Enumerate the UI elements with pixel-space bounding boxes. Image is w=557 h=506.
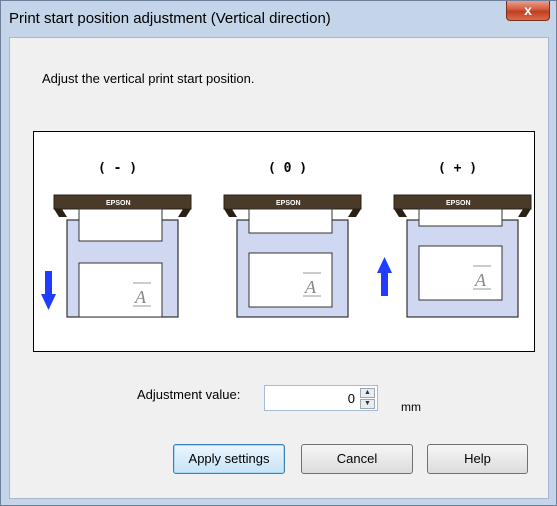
spin-down-button[interactable]: ▼: [360, 399, 375, 409]
paper-glyph: A: [474, 270, 487, 290]
illustration-zero: ( 0 ) EPSON A: [223, 161, 362, 318]
close-icon: x: [524, 2, 532, 18]
illustration-panel: ( - ) EPSON A (0) EPSON A (+) EPSON …: [33, 131, 535, 352]
illustration-plus: ( + ) EPSON A: [377, 161, 532, 318]
arrow-up-icon: [377, 257, 392, 296]
arrow-down-icon: [41, 271, 56, 310]
brand-logo: EPSON: [276, 200, 301, 207]
adjustment-value[interactable]: 0: [348, 391, 355, 406]
sheet-top: [248, 208, 333, 234]
close-button[interactable]: x: [506, 1, 550, 21]
label-plus: ( + ): [438, 161, 477, 176]
help-button[interactable]: Help: [427, 444, 528, 474]
unit-label: mm: [401, 400, 421, 414]
title-bar[interactable]: Print start position adjustment (Vertica…: [1, 1, 556, 37]
brand-logo: EPSON: [106, 200, 131, 207]
window-title: Print start position adjustment (Vertica…: [9, 10, 331, 27]
spin-up-button[interactable]: ▲: [360, 388, 375, 398]
paper-glyph: A: [134, 287, 147, 307]
dialog-content: Adjust the vertical print start position…: [9, 37, 549, 499]
paper-glyph: A: [304, 277, 317, 297]
adjustment-label: Adjustment value:: [137, 387, 241, 402]
apply-settings-button[interactable]: Apply settings: [173, 444, 285, 474]
instruction-text: Adjust the vertical print start position…: [42, 71, 255, 86]
sheet-bottom: [418, 245, 503, 301]
label-zero: ( 0 ): [268, 161, 307, 176]
label-minus: ( - ): [98, 161, 137, 176]
sheet-bottom: [78, 262, 163, 318]
adjustment-value-spinbox[interactable]: 0 ▲ ▼: [264, 385, 378, 411]
illustration-minus: ( - ) EPSON A: [41, 161, 192, 318]
sheet-top: [418, 208, 503, 227]
sheet-top: [78, 208, 163, 242]
sheet-bottom: [248, 252, 333, 308]
brand-logo: EPSON: [446, 200, 471, 207]
cancel-button[interactable]: Cancel: [301, 444, 413, 474]
dialog-window: Print start position adjustment (Vertica…: [0, 0, 557, 506]
